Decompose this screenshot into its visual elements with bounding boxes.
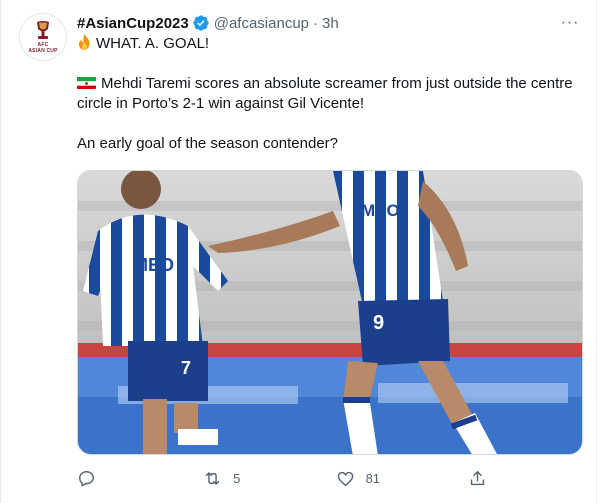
share-icon <box>470 470 485 485</box>
share-button[interactable] <box>468 469 507 488</box>
trophy-logo-icon <box>37 21 49 39</box>
tweet-card[interactable]: AFC ASIAN CUP #AsianCup2023 @afcasiancup… <box>0 0 597 503</box>
retweet-count: 5 <box>233 470 241 486</box>
player-right-number: 9 <box>373 312 384 334</box>
avatar-asiancup-text: ASIAN CUP <box>28 48 58 54</box>
retweet-icon <box>205 471 220 485</box>
tweet-header: #AsianCup2023 @afcasiancup · 3h <box>77 12 583 34</box>
timestamp[interactable]: 3h <box>322 15 339 32</box>
like-button[interactable]: 81 <box>336 469 468 488</box>
avatar[interactable]: AFC ASIAN CUP <box>19 13 67 61</box>
player-left-number: 7 <box>181 358 191 378</box>
tweet-line-3: An early goal of the season contender? <box>77 135 339 152</box>
headline-text: WHAT. A. GOAL! <box>96 35 210 52</box>
like-icon <box>337 471 353 486</box>
retweet-button[interactable]: 5 <box>203 469 335 488</box>
separator-dot: · <box>313 14 318 32</box>
reply-icon <box>79 470 94 487</box>
shirt-sponsor-right: MEO <box>361 201 400 220</box>
more-icon[interactable]: ··· <box>559 12 581 34</box>
tweet-content: #AsianCup2023 @afcasiancup · 3h ··· WHAT… <box>77 12 583 154</box>
tweet-line-2: Mehdi Taremi scores an absolute screamer… <box>77 74 583 94</box>
user-handle[interactable]: @afcasiancup <box>214 15 309 32</box>
tweet-actions: 5 81 <box>77 466 507 490</box>
reply-button[interactable] <box>77 469 184 488</box>
tweet-line-1: WHAT. A. GOAL! <box>77 34 583 54</box>
body-text-a: Mehdi Taremi scores an absolute screamer… <box>101 75 573 92</box>
verified-badge-icon <box>192 14 210 32</box>
shirt-sponsor-left: MEO <box>133 255 174 275</box>
goal-celebration-image: MEO 7 MEO 9 <box>78 171 582 454</box>
iran-flag-icon <box>77 76 96 89</box>
like-count: 81 <box>365 470 381 486</box>
body-text-b: circle in Porto’s 2-1 win against Gil Vi… <box>77 95 365 112</box>
tweet-media-photo[interactable]: MEO 7 MEO 9 <box>77 170 583 455</box>
tweet-text: WHAT. A. GOAL! Mehdi Taremi scores an ab… <box>77 34 583 154</box>
fire-icon <box>79 34 90 50</box>
display-name[interactable]: #AsianCup2023 <box>77 15 189 32</box>
